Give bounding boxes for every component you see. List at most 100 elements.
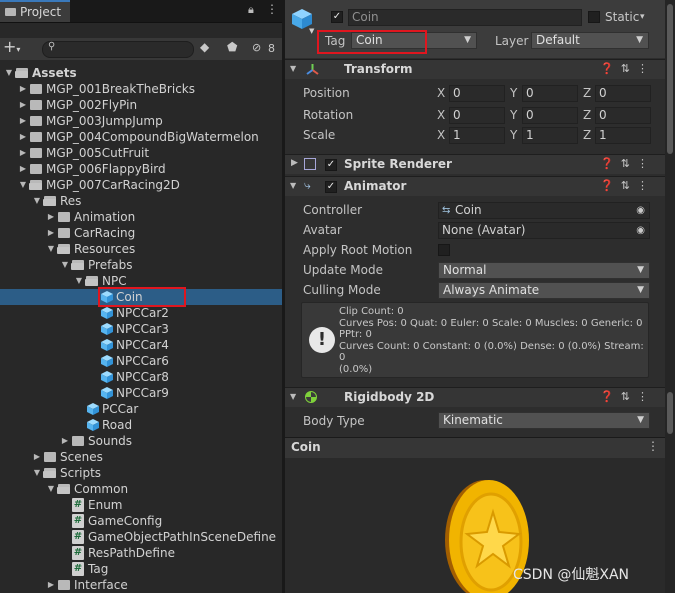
scrollbar-thumb-lower[interactable] [667, 392, 673, 434]
tree-item[interactable]: ▶ Sounds [0, 433, 282, 449]
active-checkbox[interactable]: ✓ [331, 11, 343, 23]
tree-item[interactable]: ▼ Prefabs [0, 257, 282, 273]
rotation-y-field[interactable]: 0 [522, 107, 578, 124]
tree-item[interactable]: ▶ MGP_002FlyPin [0, 97, 282, 113]
chevron-down-icon[interactable]: ▼ [309, 27, 314, 35]
tab-project[interactable]: Project [0, 0, 70, 22]
tree-item[interactable]: ▶ MGP_006FlappyBird [0, 161, 282, 177]
chevron-right-icon[interactable]: ▶ [32, 449, 42, 465]
tree-item[interactable]: ▶ MGP_005CutFruit [0, 145, 282, 161]
body-type-dropdown[interactable]: Kinematic ▼ [438, 412, 650, 429]
culling-mode-dropdown[interactable]: Always Animate ▼ [438, 282, 650, 299]
tree-item[interactable]: ▼ MGP_007CarRacing2D [0, 177, 282, 193]
animator-enabled-checkbox[interactable]: ✓ [325, 181, 337, 193]
object-picker-icon[interactable]: ◉ [636, 223, 645, 238]
tree-item[interactable]: ▼ Res [0, 193, 282, 209]
object-name-field[interactable]: Coin [348, 9, 582, 26]
tree-item-label: Scenes [60, 450, 103, 464]
update-mode-dropdown[interactable]: Normal ▼ [438, 262, 650, 279]
animator-icon: ⤷ [304, 178, 311, 192]
scale-y-field[interactable]: 1 [522, 127, 578, 144]
chevron-right-icon[interactable]: ▶ [18, 81, 28, 97]
chevron-down-icon[interactable]: ▼ [46, 481, 56, 497]
more-options-icon[interactable]: ⋮ [266, 2, 278, 16]
preview-header[interactable]: Coin ⋮ [285, 437, 665, 459]
scale-x-field[interactable]: 1 [449, 127, 505, 144]
static-checkbox[interactable] [588, 11, 600, 23]
filter-by-label-icon[interactable]: ⬟ [227, 40, 237, 54]
component-actions-icons[interactable]: ❓⇅⋮ [600, 62, 655, 75]
chevron-right-icon[interactable]: ▶ [18, 129, 28, 145]
tree-item[interactable]: ▶ CarRacing [0, 225, 282, 241]
tree-item[interactable]: NPCCar9 [0, 385, 282, 401]
chevron-down-icon[interactable]: ▼ [32, 465, 42, 481]
chevron-down-icon[interactable]: ▼ [4, 65, 14, 81]
position-y-field[interactable]: 0 [522, 85, 578, 102]
tree-item[interactable]: # ResPathDefine [0, 545, 282, 561]
tree-item[interactable]: ▶ MGP_003JumpJump [0, 113, 282, 129]
animator-header[interactable]: ▼ ⤷ ✓ Animator ❓⇅⋮ [285, 176, 665, 196]
rigidbody2d-header[interactable]: ▼ Rigidbody 2D ❓⇅⋮ [285, 387, 665, 407]
chevron-down-icon[interactable]: ▼ [32, 193, 42, 209]
tree-item[interactable]: PCCar [0, 401, 282, 417]
tree-item[interactable]: # Tag [0, 561, 282, 577]
hidden-packages-icon[interactable]: ⊘ [252, 41, 261, 54]
sprite-renderer-header[interactable]: ▶ ✓ Sprite Renderer ❓⇅⋮ [285, 154, 665, 174]
tree-item[interactable]: NPCCar2 [0, 305, 282, 321]
tree-item[interactable]: ▼ Common [0, 481, 282, 497]
chevron-right-icon[interactable]: ▶ [18, 97, 28, 113]
chevron-right-icon[interactable]: ▶ [46, 225, 56, 241]
tree-item[interactable]: Road [0, 417, 282, 433]
avatar-field[interactable]: None (Avatar) ◉ [438, 222, 650, 239]
tree-item[interactable]: # GameObjectPathInSceneDefine [0, 529, 282, 545]
tree-item[interactable]: ▼ Scripts [0, 465, 282, 481]
tree-item[interactable]: NPCCar8 [0, 369, 282, 385]
chevron-right-icon[interactable]: ▶ [18, 161, 28, 177]
tree-item[interactable]: ▼ Assets [0, 65, 282, 81]
object-picker-icon[interactable]: ◉ [636, 203, 645, 218]
chevron-down-icon[interactable]: ▼ [60, 257, 70, 273]
chevron-down-icon[interactable]: ▼ [46, 241, 56, 257]
tree-item[interactable]: ▶ Scenes [0, 449, 282, 465]
chevron-down-icon[interactable]: ▼ [74, 273, 84, 289]
tree-item[interactable]: ▶ Animation [0, 209, 282, 225]
position-x-field[interactable]: 0 [449, 85, 505, 102]
static-dropdown-icon[interactable]: ▾ [640, 12, 645, 22]
tree-item-label: NPCCar8 [116, 370, 169, 384]
tree-item[interactable]: NPCCar6 [0, 353, 282, 369]
sprite-renderer-enabled-checkbox[interactable]: ✓ [325, 159, 337, 171]
tree-item[interactable]: ▼ Resources [0, 241, 282, 257]
chevron-right-icon[interactable]: ▶ [60, 433, 70, 449]
filter-by-type-icon[interactable]: ◆ [200, 40, 209, 54]
tree-item[interactable]: # GameConfig [0, 513, 282, 529]
chevron-down-icon[interactable]: ▼ [18, 177, 28, 193]
component-actions-icons[interactable]: ❓⇅⋮ [600, 157, 655, 170]
add-create-button[interactable]: +▾ [3, 37, 20, 56]
rotation-z-field[interactable]: 0 [595, 107, 651, 124]
chevron-right-icon[interactable]: ▶ [18, 113, 28, 129]
controller-field[interactable]: ⇆ Coin ◉ [438, 202, 650, 219]
tree-item[interactable]: # Enum [0, 497, 282, 513]
scrollbar-thumb[interactable] [667, 4, 673, 154]
component-actions-icons[interactable]: ❓⇅⋮ [600, 390, 655, 403]
apply-root-motion-checkbox[interactable] [438, 244, 450, 256]
transform-header[interactable]: ▼ Transform ❓⇅⋮ [285, 59, 665, 79]
lock-icon[interactable]: 🔒︎ [248, 3, 254, 17]
scale-z-field[interactable]: 1 [595, 127, 651, 144]
chevron-down-icon: ▼ [290, 392, 297, 401]
inspector-scrollbar[interactable] [665, 0, 675, 593]
search-input[interactable]: ⚲ [42, 41, 194, 58]
tree-item[interactable]: NPCCar4 [0, 337, 282, 353]
chevron-right-icon[interactable]: ▶ [46, 209, 56, 225]
tree-item[interactable]: ▶ MGP_001BreakTheBricks [0, 81, 282, 97]
position-z-field[interactable]: 0 [595, 85, 651, 102]
tree-item[interactable]: ▶ MGP_004CompoundBigWatermelon [0, 129, 282, 145]
more-options-icon[interactable]: ⋮ [647, 439, 659, 453]
component-actions-icons[interactable]: ❓⇅⋮ [600, 179, 655, 192]
chevron-right-icon[interactable]: ▶ [18, 145, 28, 161]
tree-item[interactable]: NPCCar3 [0, 321, 282, 337]
rotation-x-field[interactable]: 0 [449, 107, 505, 124]
tree-item[interactable]: ▶ Interface [0, 577, 282, 593]
chevron-right-icon[interactable]: ▶ [46, 577, 56, 593]
layer-dropdown[interactable]: Default ▼ [531, 32, 649, 49]
